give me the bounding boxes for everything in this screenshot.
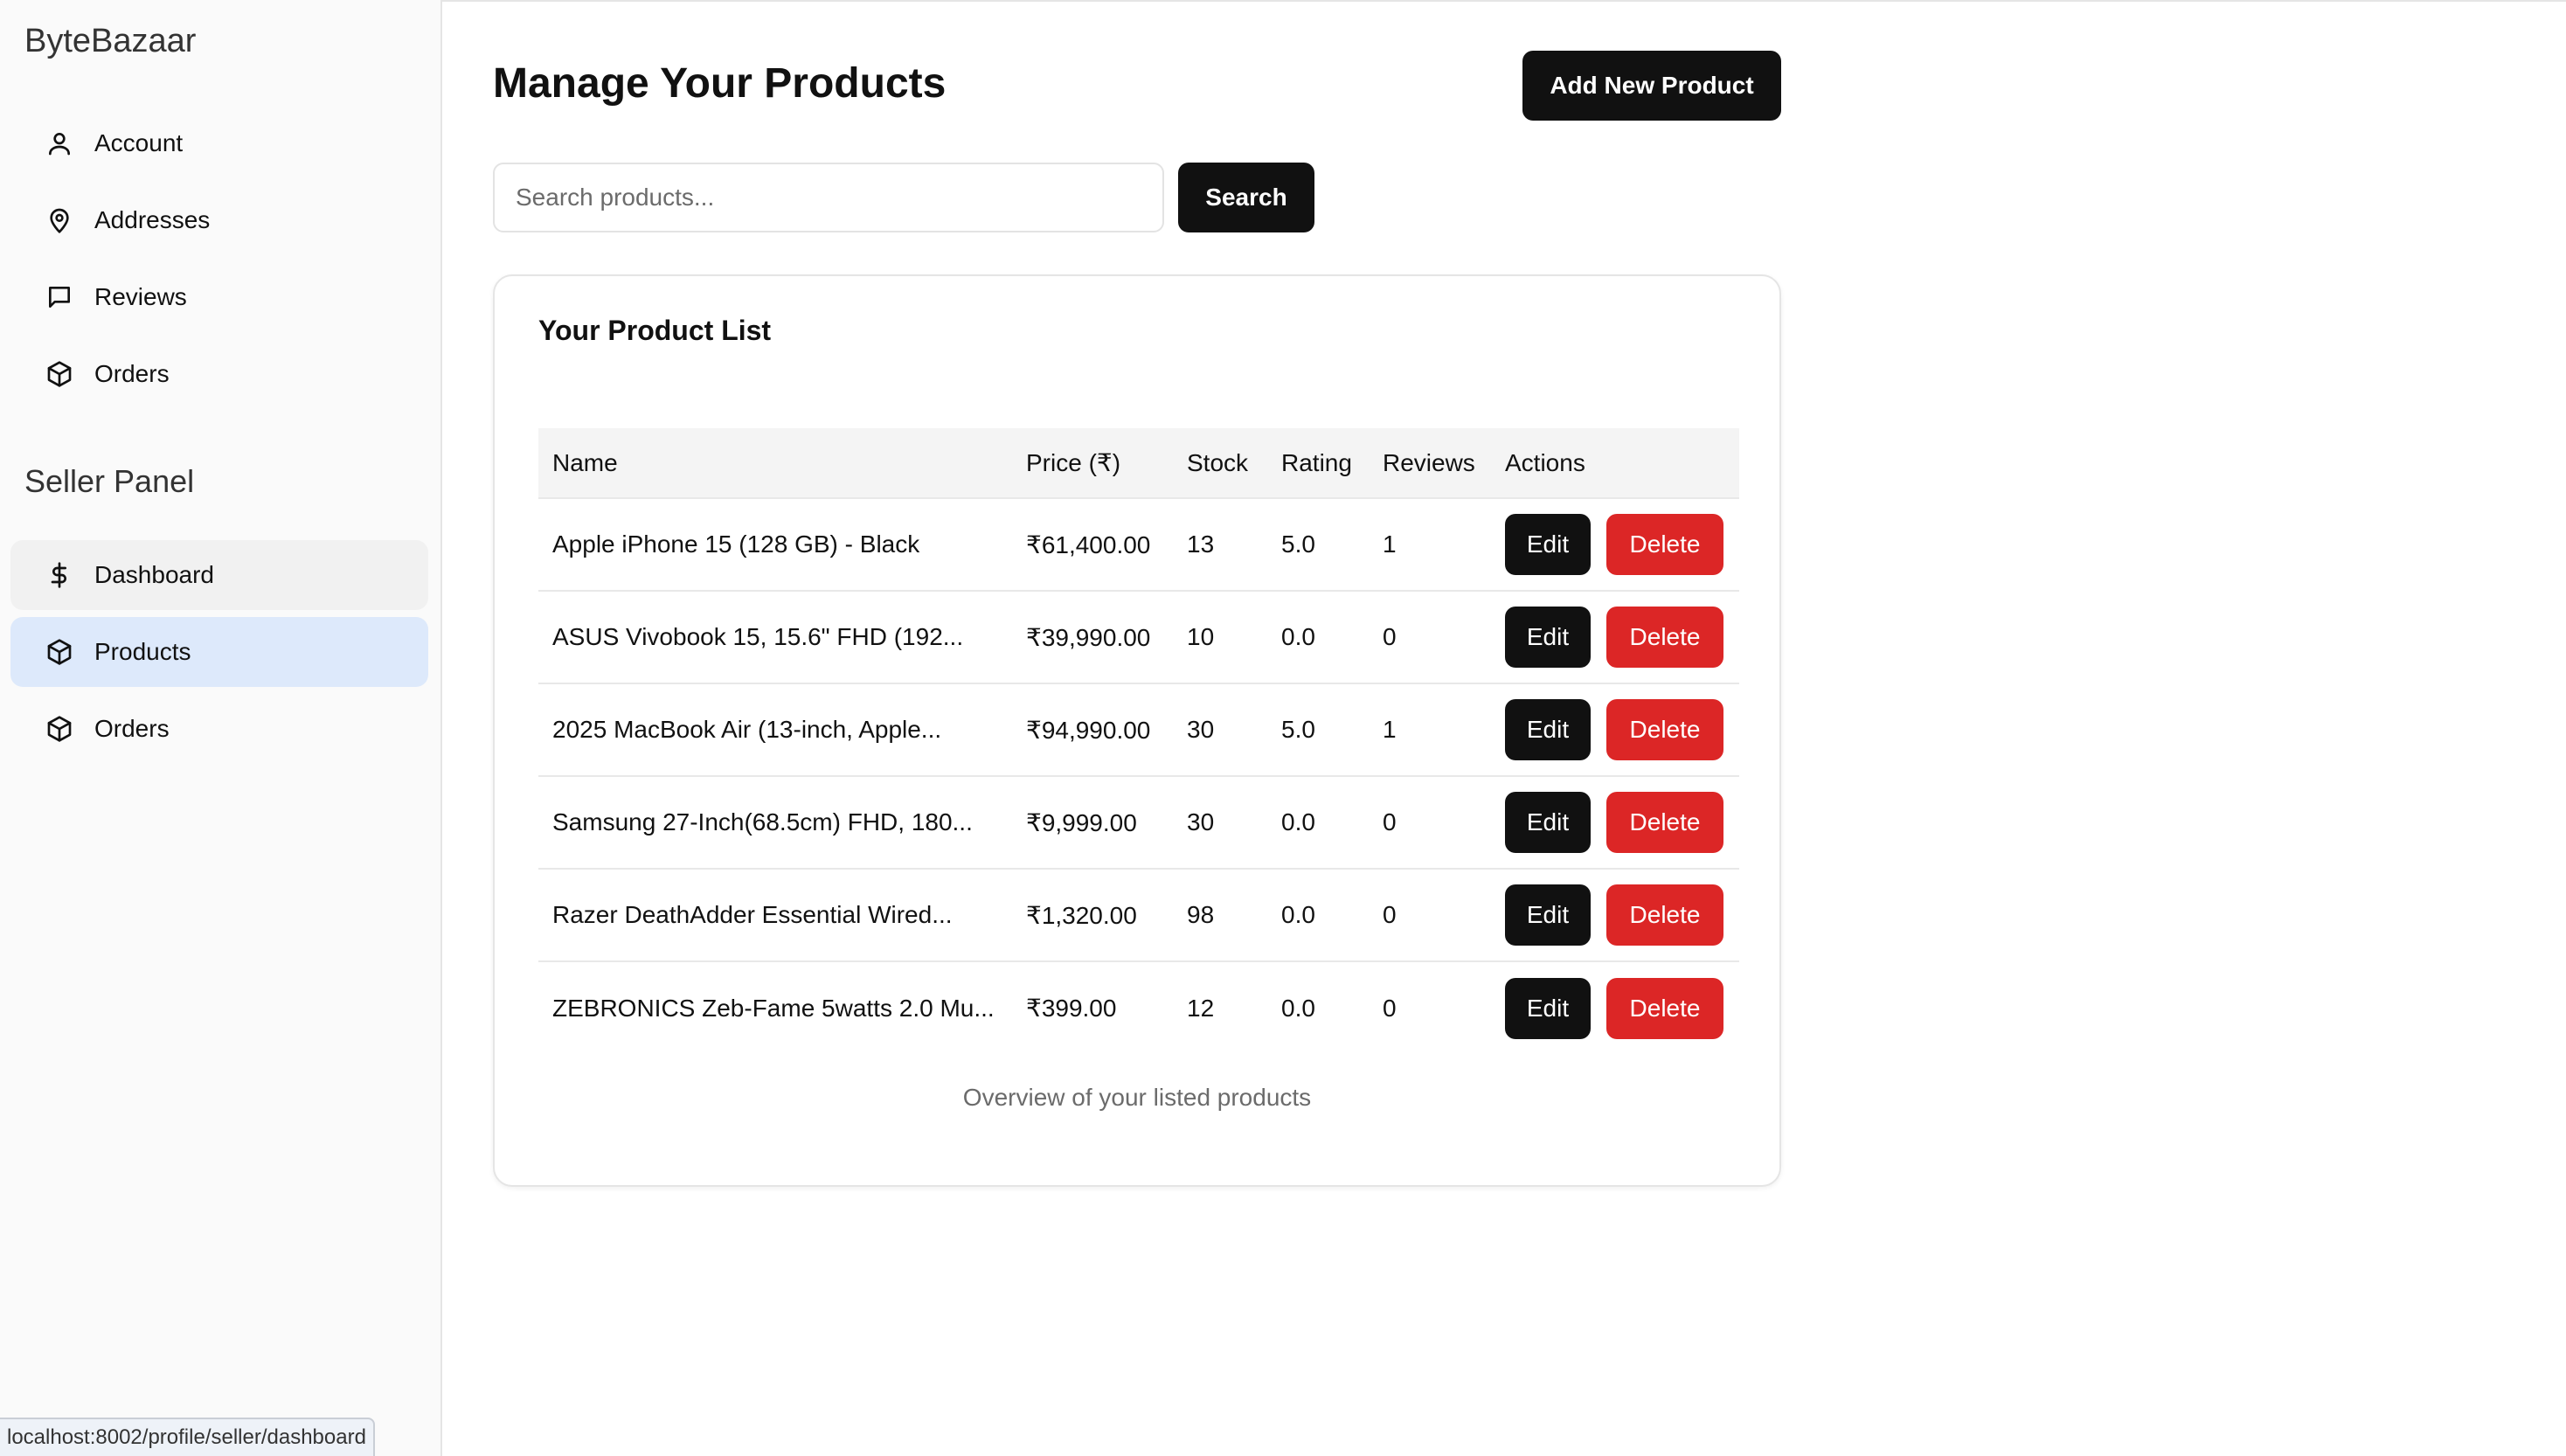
sidebar-item-account[interactable]: Account xyxy=(10,108,428,178)
row-actions: Edit Delete xyxy=(1491,591,1739,683)
product-price: ₹1,320.00 xyxy=(1026,901,1137,929)
product-price: ₹94,990.00 xyxy=(1026,716,1151,744)
delete-button[interactable]: Delete xyxy=(1606,607,1723,668)
product-name: Razer DeathAdder Essential Wired... xyxy=(552,901,953,928)
product-rating: 0.0 xyxy=(1281,808,1315,835)
delete-button[interactable]: Delete xyxy=(1606,792,1723,853)
column-header-actions: Actions xyxy=(1505,448,1585,476)
product-reviews: 0 xyxy=(1383,994,1397,1022)
delete-button[interactable]: Delete xyxy=(1606,884,1723,946)
product-rating: 5.0 xyxy=(1281,716,1315,743)
delete-button[interactable]: Delete xyxy=(1606,699,1723,760)
product-list-card: Your Product List Name Price (₹) Stock R… xyxy=(493,274,1781,1187)
column-header-price: Price (₹) xyxy=(1026,449,1121,476)
product-table: Name Price (₹) Stock Rating Reviews Acti… xyxy=(538,428,1739,1054)
row-actions: Edit Delete xyxy=(1491,776,1739,869)
product-rating: 5.0 xyxy=(1281,530,1315,558)
table-row: ASUS Vivobook 15, 15.6" FHD (192... ₹39,… xyxy=(538,591,1739,683)
search-button[interactable]: Search xyxy=(1178,163,1314,232)
edit-button[interactable]: Edit xyxy=(1505,607,1591,668)
product-price: ₹399.00 xyxy=(1026,995,1117,1022)
top-divider xyxy=(442,0,2566,2)
edit-button[interactable]: Edit xyxy=(1505,977,1591,1039)
seller-panel-heading: Seller Panel xyxy=(24,463,195,499)
sidebar-item-seller-orders[interactable]: Orders xyxy=(10,694,428,764)
browser-status-url: localhost:8002/profile/seller/dashboard xyxy=(0,1418,375,1456)
product-stock: 30 xyxy=(1187,716,1215,743)
column-header-reviews: Reviews xyxy=(1383,448,1475,476)
row-actions: Edit Delete xyxy=(1491,498,1739,591)
map-pin-icon xyxy=(44,205,75,236)
edit-button[interactable]: Edit xyxy=(1505,514,1591,575)
column-header-rating: Rating xyxy=(1281,448,1352,476)
package-icon xyxy=(44,636,75,668)
column-header-name: Name xyxy=(552,448,618,476)
row-actions: Edit Delete xyxy=(1491,961,1739,1054)
edit-button[interactable]: Edit xyxy=(1505,699,1591,760)
sidebar-item-products[interactable]: Products xyxy=(10,617,428,687)
product-stock: 13 xyxy=(1187,530,1215,558)
product-name: ZEBRONICS Zeb-Fame 5watts 2.0 Mu... xyxy=(552,994,995,1022)
product-name: Samsung 27-Inch(68.5cm) FHD, 180... xyxy=(552,808,973,835)
edit-button[interactable]: Edit xyxy=(1505,884,1591,946)
edit-button[interactable]: Edit xyxy=(1505,792,1591,853)
package-icon xyxy=(44,358,75,390)
product-reviews: 0 xyxy=(1383,808,1397,835)
table-row: 2025 MacBook Air (13-inch, Apple... ₹94,… xyxy=(538,683,1739,776)
sidebar-item-orders[interactable]: Orders xyxy=(10,339,428,409)
user-icon xyxy=(44,128,75,159)
product-name: ASUS Vivobook 15, 15.6" FHD (192... xyxy=(552,623,964,650)
table-header-row: Name Price (₹) Stock Rating Reviews Acti… xyxy=(538,428,1739,498)
sidebar: ByteBazaar Account Addresses Reviews Ord… xyxy=(0,0,442,1456)
message-square-icon xyxy=(44,281,75,313)
table-row: Samsung 27-Inch(68.5cm) FHD, 180... ₹9,9… xyxy=(538,776,1739,869)
sidebar-item-addresses[interactable]: Addresses xyxy=(10,185,428,255)
product-reviews: 1 xyxy=(1383,530,1397,558)
table-row: ZEBRONICS Zeb-Fame 5watts 2.0 Mu... ₹399… xyxy=(538,961,1739,1054)
search-input[interactable] xyxy=(493,163,1164,232)
product-name: Apple iPhone 15 (128 GB) - Black xyxy=(552,530,920,558)
page-title: Manage Your Products xyxy=(493,60,947,107)
card-title: Your Product List xyxy=(538,315,772,346)
product-stock: 12 xyxy=(1187,994,1215,1022)
product-name: 2025 MacBook Air (13-inch, Apple... xyxy=(552,716,942,743)
table-row: Apple iPhone 15 (128 GB) - Black ₹61,400… xyxy=(538,498,1739,591)
product-price: ₹9,999.00 xyxy=(1026,808,1137,836)
product-rating: 0.0 xyxy=(1281,994,1315,1022)
column-header-stock: Stock xyxy=(1187,448,1249,476)
add-new-product-button[interactable]: Add New Product xyxy=(1522,51,1781,121)
sidebar-item-label: Orders xyxy=(94,715,170,742)
sidebar-item-label: Addresses xyxy=(94,206,211,233)
product-stock: 10 xyxy=(1187,623,1215,650)
delete-button[interactable]: Delete xyxy=(1606,514,1723,575)
row-actions: Edit Delete xyxy=(1491,869,1739,961)
product-price: ₹61,400.00 xyxy=(1026,530,1151,558)
product-price: ₹39,990.00 xyxy=(1026,623,1151,651)
app-root: ByteBazaar Account Addresses Reviews Ord… xyxy=(0,0,2566,1456)
product-rating: 0.0 xyxy=(1281,623,1315,650)
brand-logo[interactable]: ByteBazaar xyxy=(24,23,196,60)
sidebar-item-label: Dashboard xyxy=(94,561,214,588)
delete-button[interactable]: Delete xyxy=(1606,977,1723,1039)
sidebar-item-label: Orders xyxy=(94,360,170,387)
product-stock: 98 xyxy=(1187,901,1215,928)
sidebar-item-reviews[interactable]: Reviews xyxy=(10,262,428,332)
product-reviews: 0 xyxy=(1383,623,1397,650)
product-rating: 0.0 xyxy=(1281,901,1315,928)
table-caption: Overview of your listed products xyxy=(962,1084,1312,1111)
sidebar-item-label: Account xyxy=(94,129,184,156)
product-stock: 30 xyxy=(1187,808,1215,835)
dollar-icon xyxy=(44,559,75,591)
sidebar-item-label: Reviews xyxy=(94,283,187,310)
sidebar-item-label: Products xyxy=(94,638,191,665)
package-icon xyxy=(44,713,75,745)
row-actions: Edit Delete xyxy=(1491,683,1739,776)
product-reviews: 1 xyxy=(1383,716,1397,743)
product-reviews: 0 xyxy=(1383,901,1397,928)
table-row: Razer DeathAdder Essential Wired... ₹1,3… xyxy=(538,869,1739,961)
sidebar-item-dashboard[interactable]: Dashboard xyxy=(10,540,428,610)
